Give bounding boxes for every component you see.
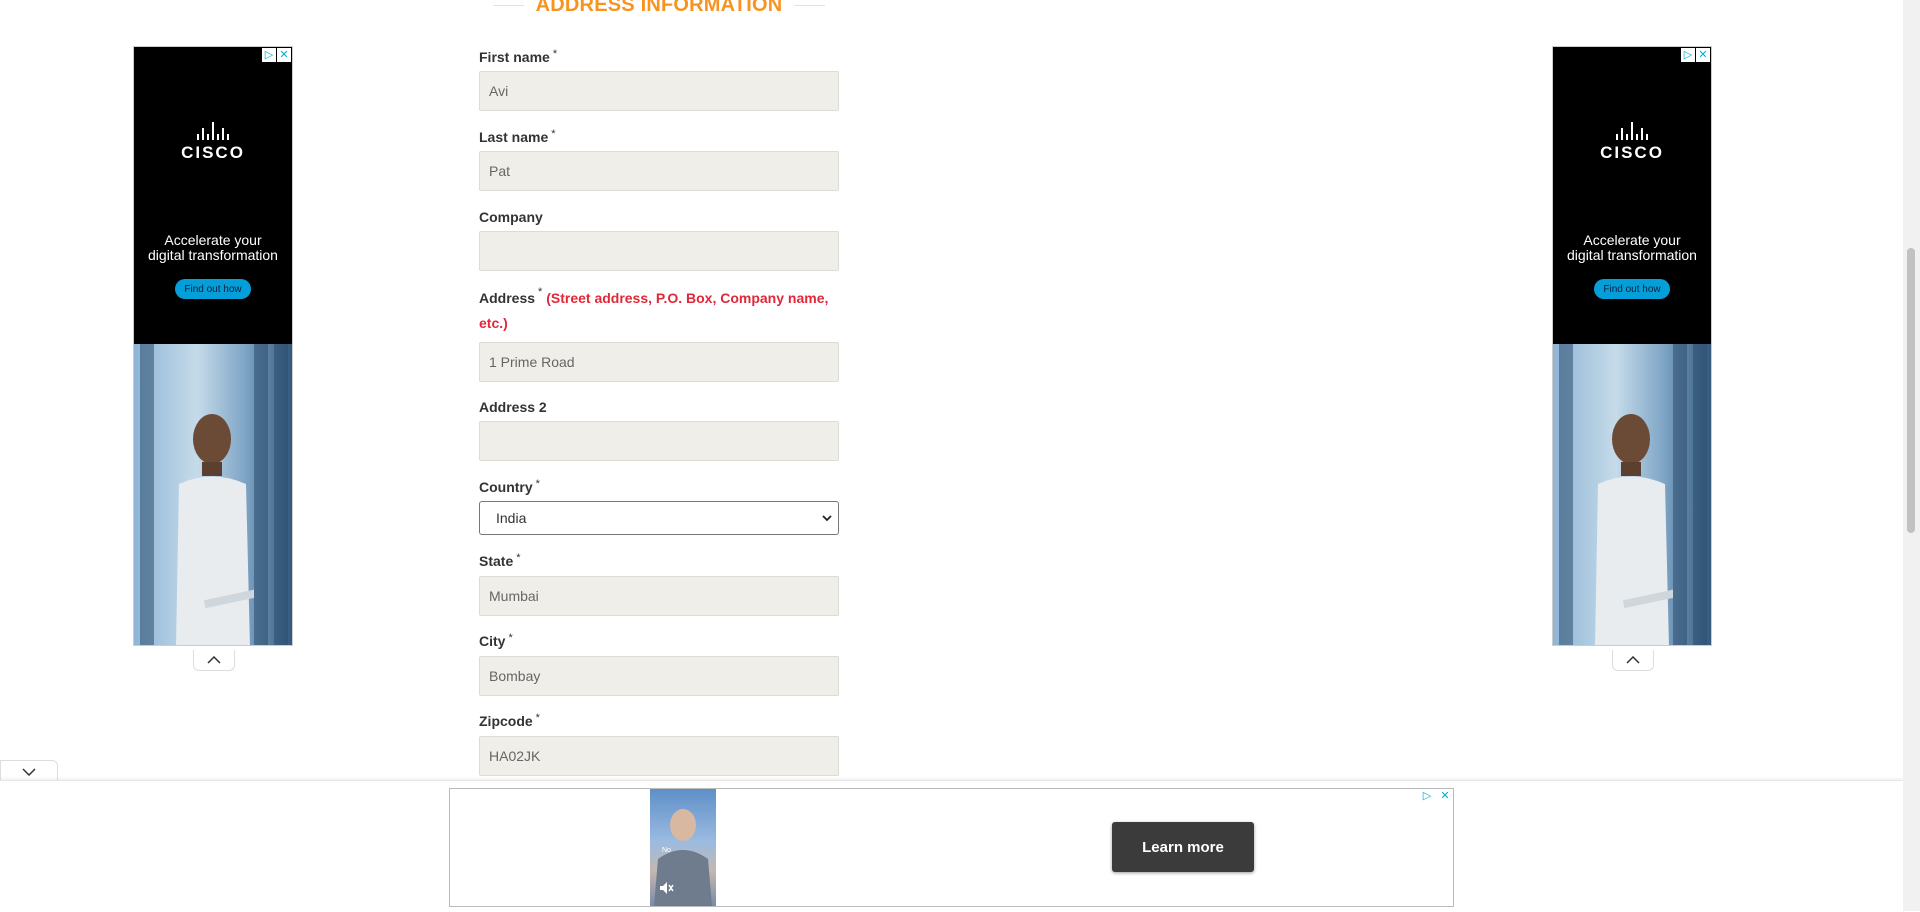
address-label: Address * (Street address, P.O. Box, Comp… [479, 286, 829, 331]
state-label: State * [479, 552, 521, 569]
ad-headline-line2: digital transformation [1567, 247, 1697, 263]
heading-rule-right [794, 4, 826, 6]
right-ad-collapse-button[interactable] [1612, 650, 1654, 671]
required-marker: * [535, 712, 540, 724]
play-triangle-icon[interactable]: ▷ [1681, 48, 1695, 62]
required-marker: * [538, 286, 543, 298]
address2-input[interactable] [479, 421, 839, 461]
required-marker: * [535, 478, 540, 490]
section-heading: ADDRESS INFORMATION [493, 0, 826, 18]
first-name-label: First name * [479, 48, 558, 65]
left-side-ad[interactable]: ▷ ✕ CISCO Accelerate your digital transf… [133, 46, 293, 646]
address-input[interactable]: 1 Prime Road [479, 342, 839, 382]
ad-choices: ▷ ✕ [1420, 789, 1452, 803]
vertical-scrollbar[interactable] [1903, 0, 1920, 911]
state-input[interactable]: Mumbai [479, 576, 839, 616]
ad-choices: ▷ ✕ [1681, 48, 1710, 62]
ad-video[interactable]: No [650, 789, 716, 906]
last-name-input[interactable]: Pat [479, 151, 839, 191]
close-icon[interactable]: ✕ [277, 48, 291, 62]
country-selected-value: India [496, 510, 527, 526]
last-name-field: Last name * Pat [479, 128, 839, 191]
required-marker: * [551, 128, 556, 140]
last-name-label: Last name * [479, 128, 556, 145]
cisco-wordmark: CISCO [1600, 143, 1664, 162]
mute-icon[interactable] [658, 880, 674, 896]
ad-cta-button[interactable]: Find out how [175, 279, 251, 299]
address2-field: Address 2 [479, 398, 839, 461]
zipcode-label: Zipcode * [479, 712, 540, 729]
country-field: Country * India [479, 478, 839, 535]
cisco-bars-icon [1553, 122, 1711, 140]
company-label: Company [479, 209, 543, 225]
anchor-ad[interactable]: No Learn more ▷ ✕ [449, 788, 1454, 907]
address2-label: Address 2 [479, 399, 547, 415]
zipcode-input[interactable]: HA02JK [479, 736, 839, 776]
ad-headline-line2: digital transformation [148, 247, 278, 263]
first-name-input[interactable]: Avi [479, 71, 839, 111]
chevron-down-icon [822, 515, 832, 522]
cisco-logo: CISCO [134, 122, 292, 163]
required-marker: * [516, 552, 521, 564]
required-marker: * [552, 48, 558, 60]
first-name-value: Avi [489, 83, 509, 99]
ad-cta-button[interactable]: Find out how [1594, 279, 1670, 299]
learn-more-button[interactable]: Learn more [1112, 822, 1254, 872]
left-ad-collapse-button[interactable] [193, 650, 235, 671]
play-triangle-icon[interactable]: ▷ [1420, 789, 1434, 803]
right-side-ad[interactable]: ▷ ✕ CISCO Accelerate your digital transf… [1552, 46, 1712, 646]
close-icon[interactable]: ✕ [1696, 48, 1710, 62]
video-caption: No [662, 847, 671, 854]
cisco-wordmark: CISCO [181, 143, 245, 162]
city-label: City * [479, 632, 513, 649]
chevron-down-icon [22, 768, 36, 776]
zipcode-field: Zipcode * HA02JK [479, 712, 839, 776]
state-field: State * Mumbai [479, 552, 839, 616]
close-icon[interactable]: ✕ [1438, 789, 1452, 803]
person-with-laptop-image [1595, 414, 1673, 645]
ad-headline: Accelerate your digital transformation [1553, 233, 1711, 263]
address-value: 1 Prime Road [489, 354, 575, 370]
cisco-logo: CISCO [1553, 122, 1711, 163]
company-input[interactable] [479, 231, 839, 271]
last-name-value: Pat [489, 163, 511, 179]
city-field: City * Bombay [479, 632, 839, 696]
address-field: Address * (Street address, P.O. Box, Comp… [479, 286, 839, 382]
required-marker: * [508, 632, 513, 644]
ad-headline-line1: Accelerate your [1583, 232, 1681, 248]
person-with-laptop-image [176, 414, 254, 645]
cisco-bars-icon [134, 122, 292, 140]
city-value: Bombay [489, 668, 541, 684]
chevron-up-icon [207, 656, 221, 664]
ad-photo [134, 344, 292, 645]
ad-choices: ▷ ✕ [262, 48, 291, 62]
company-field: Company [479, 208, 839, 271]
section-title: ADDRESS INFORMATION [535, 0, 783, 16]
ad-headline: Accelerate your digital transformation [134, 233, 292, 263]
country-select[interactable]: India [479, 501, 839, 535]
chevron-up-icon [1626, 656, 1640, 664]
ad-photo [1553, 344, 1711, 645]
state-value: Mumbai [489, 588, 539, 604]
play-triangle-icon[interactable]: ▷ [262, 48, 276, 62]
scrollbar-thumb[interactable] [1907, 248, 1915, 533]
first-name-field: First name * Avi [479, 48, 839, 111]
heading-rule-left [493, 4, 524, 6]
city-input[interactable]: Bombay [479, 656, 839, 696]
country-label: Country * [479, 478, 540, 495]
ad-headline-line1: Accelerate your [164, 232, 262, 248]
zipcode-value: HA02JK [489, 748, 541, 764]
